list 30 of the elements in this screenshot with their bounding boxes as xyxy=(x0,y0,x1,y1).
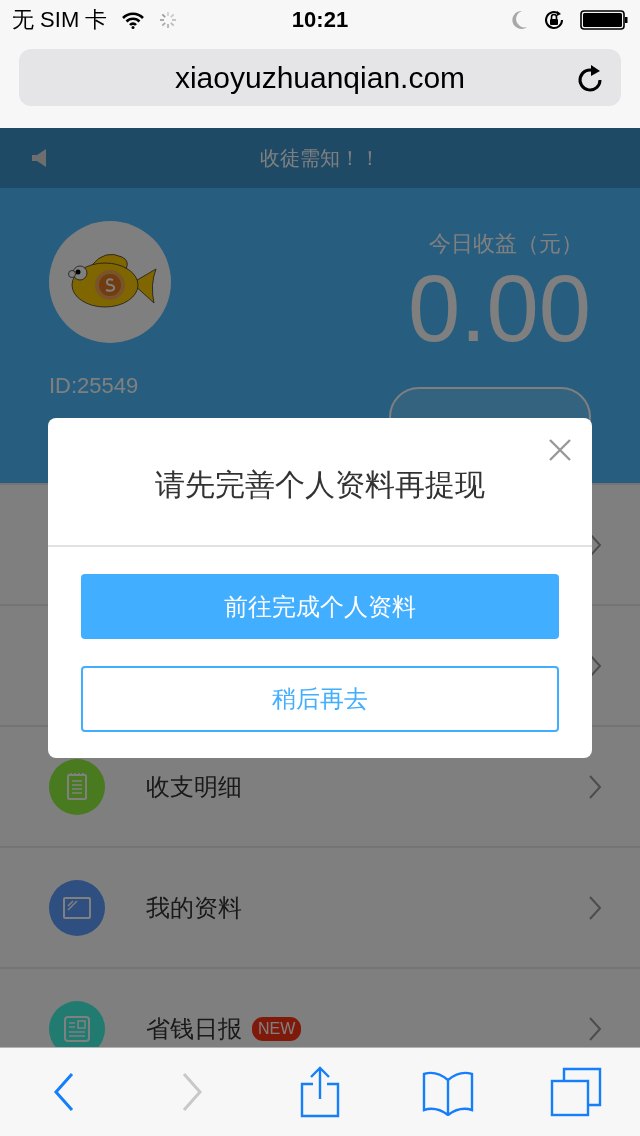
clock-time: 10:21 xyxy=(291,7,349,33)
menu-label: 我的资料 xyxy=(146,892,242,923)
share-icon[interactable] xyxy=(300,1066,340,1118)
moon-icon xyxy=(510,10,528,30)
chevron-right-icon xyxy=(588,1015,602,1042)
menu-row[interactable]: 我的资料 xyxy=(0,846,640,967)
speaker-icon xyxy=(31,149,49,167)
earnings-amount: 0.00 xyxy=(408,261,591,357)
menu-label: 省钱日报 xyxy=(146,1013,242,1044)
chevron-right-icon xyxy=(588,773,602,800)
new-badge: NEW xyxy=(252,1016,302,1041)
complete-profile-button[interactable]: 前往完成个人资料 xyxy=(81,574,559,639)
wifi-icon xyxy=(121,11,146,29)
back-icon[interactable] xyxy=(53,1072,75,1112)
later-button[interactable]: 稍后再去 xyxy=(81,666,559,732)
rotation-lock-icon xyxy=(542,8,566,32)
user-id: ID:25549 xyxy=(49,373,139,399)
menu-label: 收支明细 xyxy=(146,771,242,802)
battery-icon xyxy=(580,10,628,30)
close-icon[interactable] xyxy=(548,438,572,462)
dialog-title: 请先完善个人资料再提现 xyxy=(155,467,485,503)
carrier-name: 无 SIM 卡 xyxy=(12,6,108,34)
address-bar[interactable]: xiaoyuzhuanqian.com xyxy=(19,49,621,106)
loading-spinner-icon xyxy=(159,11,178,29)
earnings-label: 今日收益（元） xyxy=(429,231,583,257)
tabs-icon[interactable] xyxy=(550,1067,602,1117)
chevron-right-icon xyxy=(588,894,602,921)
url-text: xiaoyuzhuanqian.com xyxy=(174,60,466,95)
notice-bar[interactable]: 收徒需知！！ xyxy=(0,128,640,188)
notice-text: 收徒需知！！ xyxy=(260,145,380,171)
